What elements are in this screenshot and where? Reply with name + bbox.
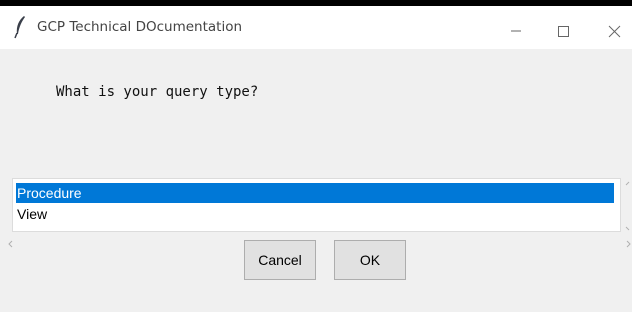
close-button[interactable] [590, 6, 632, 49]
maximize-icon [558, 26, 569, 37]
close-icon [608, 25, 621, 38]
cancel-button[interactable]: Cancel [244, 240, 316, 280]
dialog-window: GCP Technical DOcumentation What is your… [0, 6, 632, 312]
maximize-button[interactable] [540, 6, 586, 49]
list-item-procedure[interactable]: Procedure [16, 183, 614, 203]
feather-icon [13, 15, 27, 39]
window-title: GCP Technical DOcumentation [37, 19, 243, 35]
list-item-view[interactable]: View [16, 204, 47, 224]
scroll-right-arrow-icon[interactable] [626, 240, 631, 248]
scroll-down-arrow-icon[interactable] [625, 226, 630, 231]
horizontal-scrollbar[interactable] [6, 236, 632, 252]
ok-button[interactable]: OK [334, 240, 406, 280]
query-type-prompt: What is your query type? [56, 84, 259, 100]
minimize-icon [511, 30, 521, 32]
query-type-listbox[interactable]: Procedure View [12, 178, 621, 232]
vertical-scrollbar[interactable] [622, 178, 632, 234]
minimize-button[interactable] [493, 6, 539, 49]
scroll-up-arrow-icon[interactable] [625, 181, 630, 186]
title-bar[interactable]: GCP Technical DOcumentation [0, 6, 632, 49]
scroll-left-arrow-icon[interactable] [8, 240, 13, 248]
